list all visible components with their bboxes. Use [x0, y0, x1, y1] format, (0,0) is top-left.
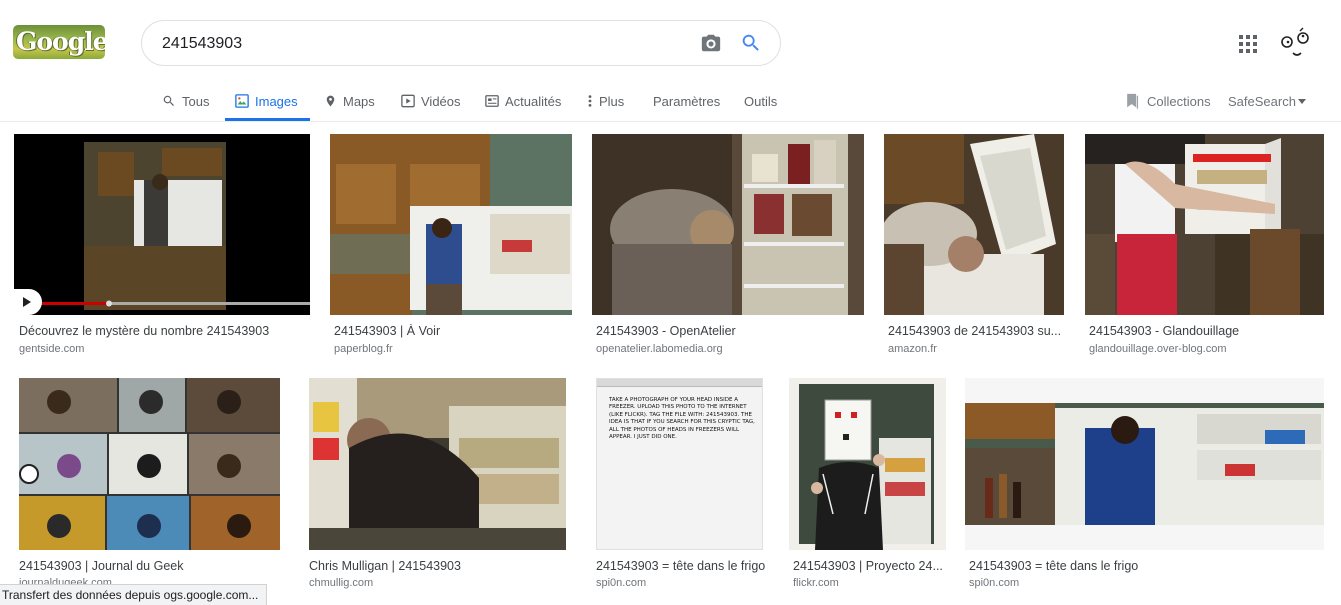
result-caption[interactable]: 241543903 | Proyecto 24...: [793, 559, 943, 573]
result-thumbnail[interactable]: [309, 378, 566, 550]
result-image: [789, 378, 946, 550]
result-domain[interactable]: spi0n.com: [969, 577, 1019, 589]
note-text: TAKE A PHOTOGRAPH OF YOUR HEAD INSIDE A …: [609, 397, 755, 441]
more-vertical-icon: [588, 95, 592, 107]
result-image: [884, 134, 1064, 315]
tab-images[interactable]: Images: [235, 91, 298, 111]
tab-tools[interactable]: Outils: [744, 91, 777, 111]
result-caption[interactable]: 241543903 = tête dans le frigo: [596, 559, 768, 573]
result-thumbnail[interactable]: [789, 378, 946, 550]
result-caption[interactable]: 241543903 - OpenAtelier: [596, 324, 866, 338]
tab-label: Outils: [744, 93, 778, 109]
result-thumbnail[interactable]: TAKE A PHOTOGRAPH OF YOUR HEAD INSIDE A …: [596, 378, 763, 550]
result-domain[interactable]: paperblog.fr: [334, 343, 393, 355]
search-box[interactable]: [141, 20, 781, 66]
result-thumbnail[interactable]: [19, 378, 280, 550]
result-thumbnail[interactable]: [592, 134, 864, 315]
tab-settings[interactable]: Paramètres: [653, 91, 720, 111]
result-caption[interactable]: Chris Mulligan | 241543903: [309, 559, 567, 573]
result-caption[interactable]: Découvrez le mystère du nombre 241543903: [19, 324, 309, 338]
tab-label: Actualités: [505, 93, 562, 109]
map-pin-icon: [326, 95, 335, 107]
search-input[interactable]: [162, 31, 682, 57]
tab-all[interactable]: Tous: [162, 91, 209, 111]
header: Google Tous Images Maps: [0, 0, 1341, 122]
bookmark-icon: [1127, 93, 1139, 109]
result-thumbnail[interactable]: [1085, 134, 1324, 315]
result-domain[interactable]: spi0n.com: [596, 577, 646, 589]
document-ruler: [597, 379, 762, 387]
tab-label: Vidéos: [421, 93, 461, 109]
play-badge[interactable]: [14, 289, 42, 315]
play-icon: [401, 94, 415, 108]
tab-label: Images: [255, 93, 298, 109]
tab-maps[interactable]: Maps: [324, 91, 375, 111]
tab-label: Plus: [599, 93, 625, 109]
safesearch-dropdown[interactable]: SafeSearch: [1228, 91, 1306, 111]
camera-icon[interactable]: [700, 32, 722, 54]
safesearch-label: SafeSearch: [1228, 93, 1296, 109]
apps-grid-icon[interactable]: [1239, 35, 1257, 53]
tab-label: Maps: [343, 93, 375, 109]
image-icon: [235, 94, 249, 108]
search-icon[interactable]: [740, 32, 762, 54]
result-image: [1085, 134, 1324, 315]
active-tab-indicator: [225, 118, 310, 121]
collections-label: Collections: [1147, 93, 1211, 109]
news-icon: [485, 95, 499, 107]
google-doodle-logo[interactable]: Google: [13, 25, 105, 59]
account-avatar[interactable]: [1278, 27, 1314, 63]
play-icon: [23, 297, 31, 307]
result-domain[interactable]: chmullig.com: [309, 577, 373, 589]
result-domain[interactable]: amazon.fr: [888, 343, 937, 355]
result-image: [14, 134, 310, 315]
result-thumbnail[interactable]: [330, 134, 572, 315]
result-thumbnail[interactable]: [884, 134, 1064, 315]
result-domain[interactable]: openatelier.labomedia.org: [596, 343, 723, 355]
tab-videos[interactable]: Vidéos: [401, 91, 461, 111]
collections-button[interactable]: Collections: [1125, 91, 1211, 111]
search-icon: [163, 95, 174, 106]
result-caption[interactable]: 241543903 = tête dans le frigo: [969, 559, 1319, 573]
result-domain[interactable]: flickr.com: [793, 577, 839, 589]
browser-status-bar: Transfert des données depuis ogs.google.…: [0, 584, 268, 605]
tab-label: Paramètres: [653, 93, 721, 109]
result-caption[interactable]: 241543903 de 241543903 su...: [888, 324, 1064, 338]
result-domain[interactable]: glandouillage.over-blog.com: [1089, 343, 1227, 355]
tab-news[interactable]: Actualités: [485, 91, 561, 111]
result-image: [965, 378, 1324, 550]
caret-down-icon: [1297, 98, 1306, 104]
result-caption[interactable]: 241543903 | Journal du Geek: [19, 559, 281, 573]
result-caption[interactable]: 241543903 | À Voir: [334, 324, 574, 338]
result-image: [19, 378, 280, 550]
result-domain[interactable]: gentside.com: [19, 343, 84, 355]
tab-more[interactable]: Plus: [587, 91, 624, 111]
result-caption[interactable]: 241543903 - Glandouillage: [1089, 324, 1325, 338]
tab-label: Tous: [182, 93, 210, 109]
result-image: [309, 378, 566, 550]
result-image: [592, 134, 864, 315]
result-image: [330, 134, 572, 315]
result-thumbnail[interactable]: [965, 378, 1324, 550]
result-thumbnail[interactable]: [14, 134, 310, 315]
